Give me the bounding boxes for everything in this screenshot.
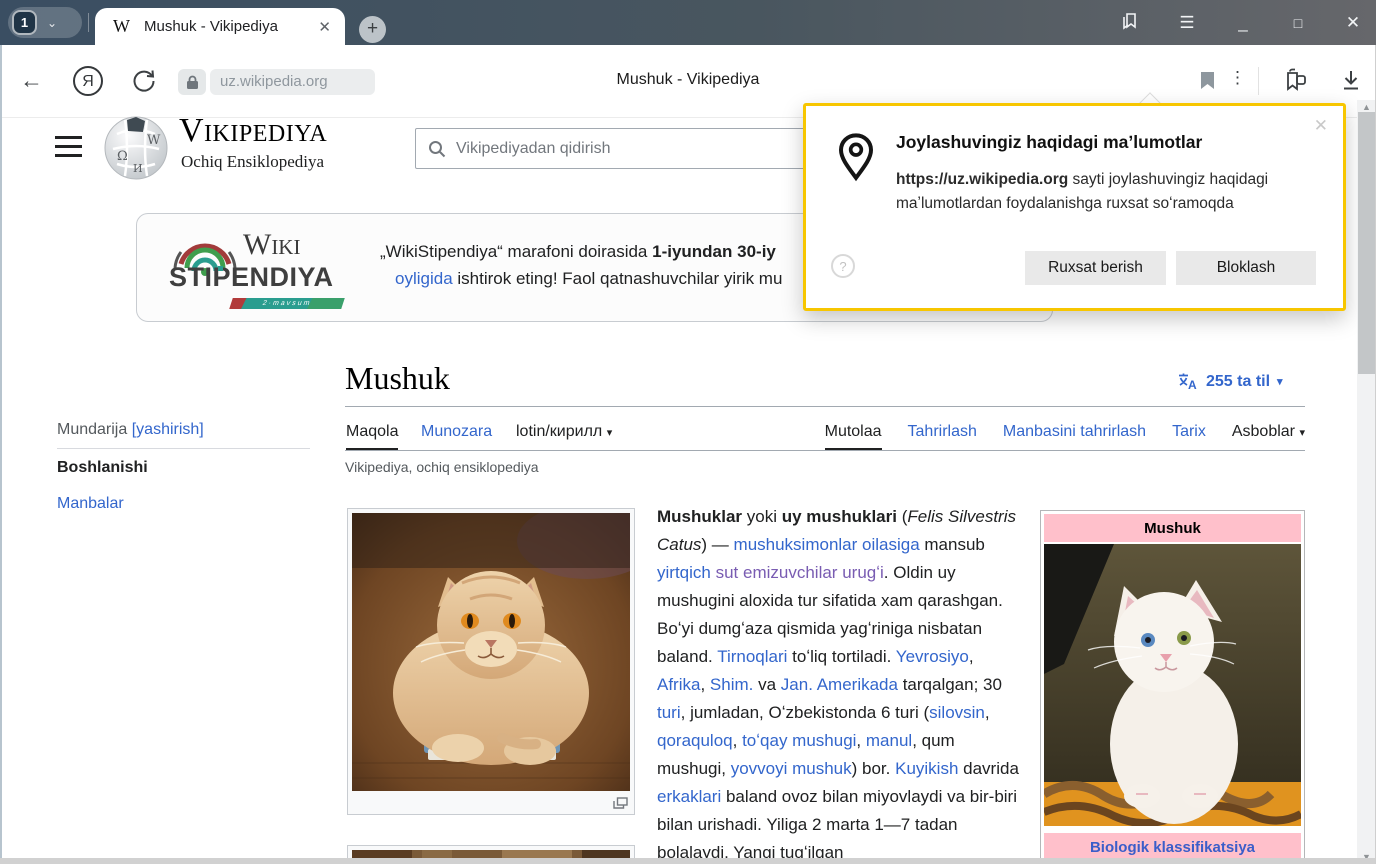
svg-text:И: И [133,162,143,175]
tabs-divider [345,450,1305,451]
toolbar-divider [1258,67,1259,95]
tab-read[interactable]: Mutolaa [825,423,882,450]
site-subtitle: Vikipediya, ochiq ensiklopediya [345,459,539,475]
chevron-down-icon: ⌄ [47,16,57,30]
tab-article[interactable]: Maqola [346,423,398,450]
script-variant-dropdown[interactable]: lotin/кирилл ▾ [516,423,612,441]
wiki-logo-title[interactable]: Vikipediya [179,112,327,150]
tools-dropdown[interactable]: Asboblar ▾ [1232,423,1305,450]
scrollbar-thumb[interactable] [1358,112,1375,374]
location-permission-popup: Joylashuvingiz haqidagi maʼlumotlar http… [803,103,1346,311]
toc-heading-label: Mundarija [57,421,127,438]
language-count-label: 255 ta til [1206,373,1270,391]
banner-text-line1: „WikiStipendiya“ marafoni doirasida 1-iy… [380,242,776,262]
logo-i-dot [218,266,223,271]
bookmark-icon[interactable] [1200,71,1215,95]
location-pin-icon [836,132,876,182]
window-border-bottom [0,858,1376,864]
logo-stipendiya-text: STIPENDIYA [169,262,334,293]
infobox-title: Mushuk [1044,514,1301,542]
allow-button[interactable]: Ruxsat berish [1025,251,1166,285]
search-icon [428,140,446,158]
tab-title: Mushuk - Vikipediya [144,18,278,35]
tab-history[interactable]: Tarix [1172,423,1206,450]
banner-text-line2: oyligida ishtirok eting! Faol qatnashuvc… [395,269,782,289]
tab-edit[interactable]: Tahrirlash [908,423,977,450]
svg-text:Ω: Ω [117,149,128,164]
tab-edit-source[interactable]: Manbasini tahrirlash [1003,423,1146,450]
white-kitten-image[interactable] [1044,544,1301,826]
popup-body: https://uz.wikipedia.org sayti joylashuv… [896,168,1301,216]
toc-heading: Mundarija [yashirish] [57,421,204,439]
taxobox: Mushuk Biologik klassifi [1040,510,1305,864]
wikipedia-globe-logo[interactable]: Ω W И [103,112,169,187]
main-menu-icon[interactable] [55,136,82,163]
page-scrollbar[interactable]: ▲ ▼ [1357,100,1376,864]
chevron-down-icon: ▾ [1299,427,1305,439]
browser-menu-icon[interactable]: ☰ [1172,10,1202,36]
chevron-down-icon: ▾ [607,427,613,439]
tab-bar: 1 ⌄ W Mushuk - Vikipediya ✕ + ☰ _ □ ✕ [0,0,1376,45]
tab-counter-button[interactable]: 1 ⌄ [8,7,82,38]
wikistipendiya-logo: Wiki STIPENDIYA 2·mavsum [169,222,369,317]
popup-close-icon[interactable]: ✕ [1314,116,1328,136]
logo-season-ribbon: 2·mavsum [229,298,345,309]
language-selector-button[interactable]: A 255 ta til ▾ [1177,372,1283,391]
article-paragraph: Mushuklar yoki uy mushuklari (Felis Silv… [657,503,1023,864]
active-tab[interactable]: W Mushuk - Vikipediya ✕ [95,8,345,45]
infobox-footer-link[interactable]: Biologik klassifikatsiya [1044,833,1301,861]
page-title: Mushuk [345,360,450,397]
wiki-logo-subtitle: Ochiq Ensiklopediya [181,152,324,172]
tab-talk[interactable]: Munozara [421,423,492,441]
collections-icon[interactable] [1282,67,1310,100]
cat-on-book-image [352,513,630,791]
block-button[interactable]: Bloklash [1176,251,1316,285]
logo-wiki-text: Wiki [243,228,300,262]
downloads-icon[interactable] [1340,68,1362,97]
browser-window: 1 ⌄ W Mushuk - Vikipediya ✕ + ☰ _ □ ✕ ← … [0,0,1376,864]
scroll-up-icon[interactable]: ▲ [1357,102,1376,112]
help-icon[interactable]: ? [831,254,855,278]
svg-text:W: W [147,133,161,148]
tabbar-divider [88,13,89,32]
maximize-button[interactable]: □ [1283,10,1313,36]
translate-icon: A [1177,372,1199,391]
toc-divider [57,448,310,449]
toc-hide-link[interactable]: [yashirish] [132,421,204,438]
popup-title: Joylashuvingiz haqidagi maʼlumotlar [896,132,1202,153]
chevron-down-icon: ▾ [1277,375,1283,388]
svg-text:A: A [1188,378,1197,391]
tab-count-badge: 1 [12,10,37,35]
script-variant-label: lotin/кирилл [516,423,602,440]
title-divider [345,406,1305,407]
enlarge-icon[interactable] [613,797,628,809]
minimize-button[interactable]: _ [1228,10,1258,36]
side-panels-icon[interactable] [1115,10,1145,36]
cat-thumbnail[interactable] [347,508,635,815]
window-border-left [0,45,2,864]
wikipedia-favicon: W [113,16,130,37]
kebab-menu-icon[interactable]: ⋮ [1229,68,1246,88]
tab-close-icon[interactable]: ✕ [318,18,331,36]
view-tabs: Mutolaa Tahrirlash Manbasini tahrirlash … [820,423,1305,450]
close-window-button[interactable]: ✕ [1338,10,1368,36]
new-tab-button[interactable]: + [359,16,386,43]
toolbar-page-title: Mushuk - Vikipediya [0,71,1376,89]
toc-item-boshlanishi[interactable]: Boshlanishi [57,459,148,477]
toc-item-manbalar[interactable]: Manbalar [57,495,124,513]
tools-label: Asboblar [1232,423,1295,440]
